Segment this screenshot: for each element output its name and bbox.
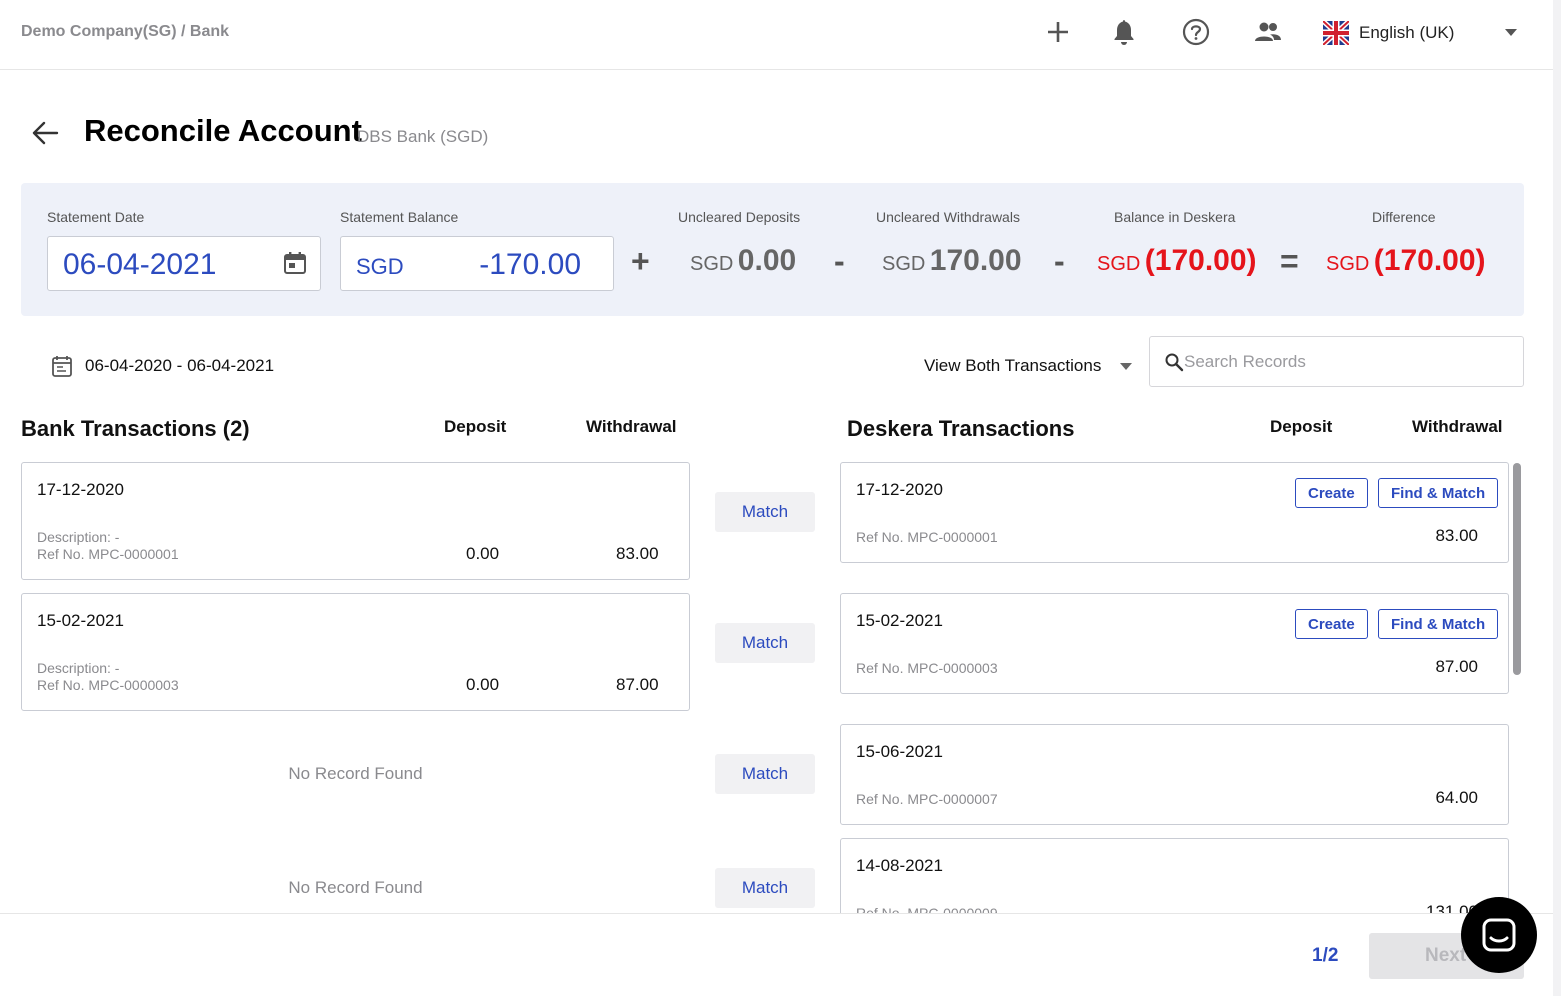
search-input[interactable] bbox=[1184, 349, 1504, 375]
top-bar: Demo Company(SG) / Bank English (UK) bbox=[0, 0, 1553, 70]
transaction-date: 17-12-2020 bbox=[856, 480, 943, 499]
minus-operator: - bbox=[1054, 243, 1065, 279]
statement-balance-label: Statement Balance bbox=[340, 209, 459, 225]
transaction-date: 17-12-2020 bbox=[37, 480, 124, 499]
chat-icon bbox=[1482, 918, 1516, 952]
deskera-transaction-card[interactable]: 15-02-2021 Create Find & Match Ref No. M… bbox=[840, 593, 1509, 694]
uncleared-deposits-label: Uncleared Deposits bbox=[678, 209, 801, 225]
search-icon bbox=[1165, 353, 1184, 372]
language-selector[interactable]: English (UK) bbox=[1323, 20, 1454, 46]
transaction-description: Description: - Ref No. MPC-0000001 bbox=[37, 529, 179, 563]
bank-transaction-card[interactable]: 17-12-2020 Description: - Ref No. MPC-00… bbox=[21, 462, 690, 580]
help-icon[interactable] bbox=[1181, 17, 1211, 47]
find-and-match-button[interactable]: Find & Match bbox=[1378, 609, 1499, 639]
page-subtitle: DBS Bank (SGD) bbox=[357, 127, 489, 146]
bank-withdrawal-header: Withdrawal bbox=[586, 417, 677, 436]
reference-number: Ref No. MPC-0000007 bbox=[856, 791, 998, 807]
withdrawal-amount: 83.00 bbox=[1435, 526, 1478, 545]
no-record-text: No Record Found bbox=[288, 764, 423, 783]
language-label: English (UK) bbox=[1359, 23, 1455, 42]
transaction-date: 14-08-2021 bbox=[856, 856, 943, 875]
chevron-down-icon[interactable] bbox=[1120, 363, 1132, 370]
add-icon[interactable] bbox=[1043, 17, 1073, 47]
withdrawal-amount: 64.00 bbox=[1435, 788, 1478, 807]
bank-transaction-card[interactable]: 15-02-2021 Description: - Ref No. MPC-00… bbox=[21, 593, 690, 711]
deskera-withdrawal-header: Withdrawal bbox=[1412, 417, 1503, 436]
difference-label: Difference bbox=[1372, 209, 1436, 225]
match-button[interactable]: Match bbox=[715, 754, 815, 794]
balance-in-deskera-value: SGD (170.00) bbox=[1097, 244, 1257, 278]
view-transactions-dropdown[interactable]: View Both Transactions bbox=[924, 356, 1101, 376]
reference-number: Ref No. MPC-0000001 bbox=[856, 529, 998, 545]
match-button[interactable]: Match bbox=[715, 868, 815, 908]
reference-number: Ref No. MPC-0000003 bbox=[37, 677, 179, 693]
difference-currency: SGD bbox=[1326, 253, 1370, 275]
create-button[interactable]: Create bbox=[1295, 478, 1368, 508]
uncleared-withdrawals-amount: 170.00 bbox=[929, 244, 1022, 277]
uncleared-deposits-value: SGD 0.00 bbox=[690, 244, 796, 278]
uncleared-withdrawals-currency: SGD bbox=[882, 253, 926, 275]
statement-date-label: Statement Date bbox=[47, 209, 145, 225]
description-text: Description: - bbox=[37, 529, 120, 545]
statement-balance-value: -170.00 bbox=[479, 248, 581, 281]
uncleared-deposits-amount: 0.00 bbox=[737, 244, 797, 277]
deskera-transaction-card[interactable]: 17-12-2020 Create Find & Match Ref No. M… bbox=[840, 462, 1509, 563]
reconcile-summary-panel: Statement Date 06-04-2021 Statement Bala… bbox=[21, 183, 1524, 316]
uncleared-withdrawals-label: Uncleared Withdrawals bbox=[876, 209, 1020, 225]
date-range-text[interactable]: 06-04-2020 - 06-04-2021 bbox=[85, 356, 274, 376]
equals-operator: = bbox=[1280, 243, 1299, 279]
minus-operator: - bbox=[834, 243, 845, 279]
reference-number: Ref No. MPC-0000003 bbox=[856, 660, 998, 676]
difference-value: SGD (170.00) bbox=[1326, 244, 1486, 278]
page-scrollbar[interactable] bbox=[1553, 0, 1561, 996]
deskera-deposit-header: Deposit bbox=[1270, 417, 1333, 436]
uncleared-deposits-currency: SGD bbox=[690, 253, 734, 275]
transaction-date: 15-02-2021 bbox=[37, 611, 124, 630]
breadcrumb[interactable]: Demo Company(SG) / Bank bbox=[21, 23, 229, 41]
balance-in-deskera-amount: (170.00) bbox=[1144, 244, 1257, 277]
date-range-icon[interactable] bbox=[50, 354, 74, 378]
deskera-transactions-title: Deskera Transactions bbox=[847, 416, 1075, 441]
create-button[interactable]: Create bbox=[1295, 609, 1368, 639]
find-and-match-button[interactable]: Find & Match bbox=[1378, 478, 1499, 508]
balance-in-deskera-currency: SGD bbox=[1097, 253, 1141, 275]
bell-icon[interactable] bbox=[1109, 17, 1139, 47]
page-indicator: 1/2 bbox=[1312, 945, 1339, 966]
deposit-amount: 0.00 bbox=[466, 675, 500, 694]
deposit-amount: 0.00 bbox=[466, 544, 500, 563]
chat-launcher-button[interactable] bbox=[1461, 897, 1537, 973]
statement-date-value: 06-04-2021 bbox=[63, 248, 217, 281]
withdrawal-amount: 83.00 bbox=[616, 544, 659, 563]
list-scrollbar-thumb[interactable] bbox=[1513, 463, 1521, 675]
difference-amount: (170.00) bbox=[1373, 244, 1486, 277]
transaction-description: Description: - Ref No. MPC-0000003 bbox=[37, 660, 179, 694]
transaction-date: 15-02-2021 bbox=[856, 611, 943, 630]
statement-balance-currency: SGD bbox=[356, 254, 404, 279]
search-field[interactable] bbox=[1149, 336, 1524, 387]
reference-number: Ref No. MPC-0000001 bbox=[37, 546, 179, 562]
withdrawal-amount: 87.00 bbox=[1435, 657, 1478, 676]
balance-in-deskera-label: Balance in Deskera bbox=[1114, 209, 1236, 225]
deskera-transaction-card[interactable]: 15-06-2021 Ref No. MPC-0000007 64.00 bbox=[840, 724, 1509, 825]
plus-operator: + bbox=[631, 243, 650, 279]
bank-transactions-title: Bank Transactions (2) bbox=[21, 416, 250, 441]
transaction-date: 15-06-2021 bbox=[856, 742, 943, 761]
users-icon[interactable] bbox=[1253, 17, 1283, 47]
statement-balance-field[interactable]: SGD -170.00 bbox=[340, 236, 614, 291]
statement-date-field[interactable]: 06-04-2021 bbox=[47, 236, 321, 291]
calendar-icon[interactable] bbox=[282, 250, 308, 276]
withdrawal-amount: 87.00 bbox=[616, 675, 659, 694]
match-button[interactable]: Match bbox=[715, 623, 815, 663]
match-button[interactable]: Match bbox=[715, 492, 815, 532]
description-text: Description: - bbox=[37, 660, 120, 676]
back-arrow-icon[interactable] bbox=[30, 118, 60, 148]
uk-flag-icon bbox=[1323, 21, 1349, 45]
bank-deposit-header: Deposit bbox=[444, 417, 507, 436]
uncleared-withdrawals-value: SGD 170.00 bbox=[882, 244, 1022, 278]
chevron-down-icon[interactable] bbox=[1505, 29, 1517, 36]
no-record-text: No Record Found bbox=[288, 878, 423, 897]
page-title: Reconcile Account bbox=[84, 113, 362, 148]
